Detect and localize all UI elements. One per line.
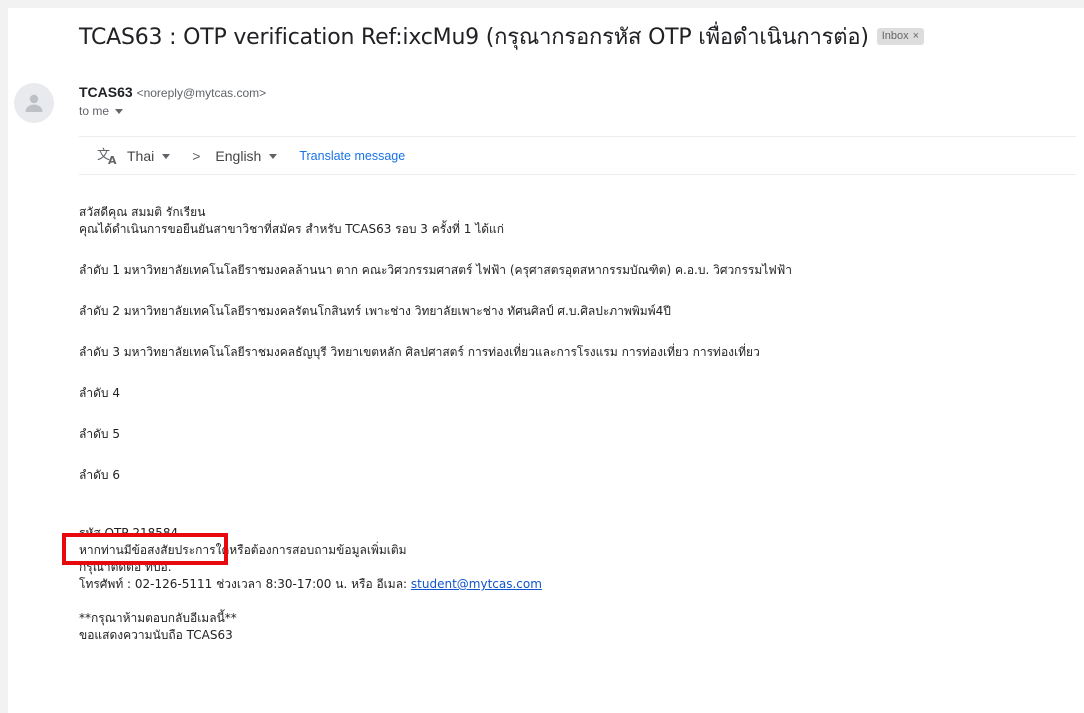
subject-row: TCAS63 : OTP verification Ref:ixcMu9 (กร… (79, 16, 925, 56)
no-reply-line: **กรุณาห้ามตอบกลับอีเมลนี้** (79, 611, 237, 625)
greeting-line: สวัสดีคุณ สมมติ รักเรียน (79, 205, 206, 219)
rank-3-line: ลำดับ 3 มหาวิทยาลัยเทคโนโลยีราชมงคลธัญบุ… (79, 345, 760, 359)
rank-1-line: ลำดับ 1 มหาวิทยาลัยเทคโนโลยีราชมงคลล้านน… (79, 263, 793, 277)
recipient-details[interactable]: to me (79, 104, 124, 118)
support-email-link[interactable]: student@mytcas.com (411, 577, 542, 591)
rank-5-line: ลำดับ 5 (79, 427, 120, 441)
source-language-label: Thai (127, 147, 155, 164)
recipient-label: to me (79, 104, 110, 118)
translate-message-link[interactable]: Translate message (299, 149, 405, 163)
chevron-down-icon (269, 153, 278, 159)
arrow-right-icon: > (192, 147, 201, 164)
rank-6-line: ลำดับ 6 (79, 468, 120, 482)
question-line: หากท่านมีข้อสงสัยประการใดหรือต้องการสอบถ… (79, 543, 407, 557)
sender-name[interactable]: TCAS63 (79, 84, 133, 100)
phone-line: โทรศัพท์ : 02-126-5111 ช่วงเวลา 8:30-17:… (79, 576, 1069, 593)
chevron-down-icon (162, 153, 171, 159)
sender-email: <noreply@mytcas.com> (136, 86, 267, 100)
chevron-down-icon[interactable] (115, 109, 124, 114)
source-language-select[interactable]: Thai (127, 147, 171, 164)
svg-text:A: A (108, 154, 117, 165)
sender-avatar[interactable] (14, 83, 54, 123)
target-language-select[interactable]: English (215, 147, 278, 164)
inbox-label-text: Inbox (881, 30, 909, 42)
email-subject: TCAS63 : OTP verification Ref:ixcMu9 (กร… (79, 24, 869, 50)
target-language-label: English (215, 147, 262, 164)
rank-2-line: ลำดับ 2 มหาวิทยาลัยเทคโนโลยีราชมงคลรัตนโ… (79, 304, 671, 318)
translate-bar: 文 A Thai > English Translate message (79, 136, 1076, 175)
otp-code: รหัส OTP 218584 (79, 526, 179, 540)
email-body: สวัสดีคุณ สมมติ รักเรียน คุณได้ดำเนินการ… (79, 204, 1069, 644)
contact-line: กรุณาติดต่อ ทปอ. (79, 560, 172, 574)
sender-line: TCAS63 <noreply@mytcas.com> (79, 84, 266, 100)
intro-line: คุณได้ดำเนินการขอยืนยันสาขาวิชาที่สมัคร … (79, 222, 505, 236)
phone-text: โทรศัพท์ : 02-126-5111 ช่วงเวลา 8:30-17:… (79, 577, 411, 591)
translate-icon: 文 A (97, 147, 119, 165)
page: TCAS63 : OTP verification Ref:ixcMu9 (กร… (0, 0, 1084, 713)
signature-line: ขอแสดงความนับถือ TCAS63 (79, 628, 233, 642)
person-icon (25, 94, 43, 112)
rank-4-line: ลำดับ 4 (79, 386, 120, 400)
inbox-label[interactable]: Inbox × (876, 27, 925, 45)
remove-label-icon[interactable]: × (913, 30, 919, 42)
